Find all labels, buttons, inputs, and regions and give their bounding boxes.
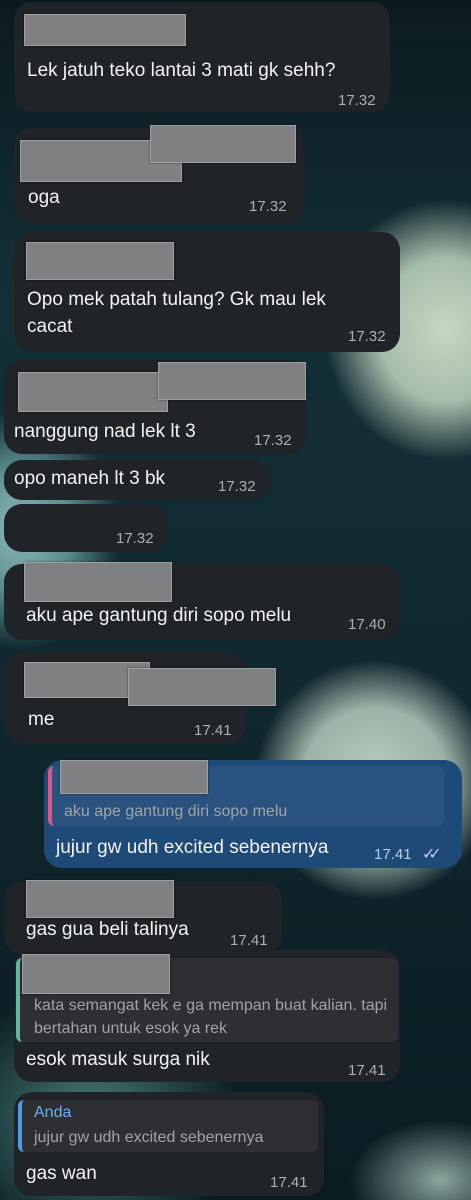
redacted-sender-name — [24, 562, 172, 602]
message-text: opo maneh lt 3 bk — [14, 468, 166, 489]
reply-text: aku ape gantung diri sopo melu — [64, 803, 288, 820]
message-text: gas gua beli talinya — [26, 919, 189, 940]
message-bubble[interactable]: me 17.41 — [4, 652, 276, 744]
message-bubble[interactable]: Anda jujur gw udh excited sebenernya gas… — [14, 1092, 324, 1196]
message-bubble[interactable]: aku ape gantung diri sopo melu 17.40 — [4, 562, 400, 640]
redacted-sender-name — [26, 242, 174, 280]
outgoing-message-bubble[interactable]: aku ape gantung diri sopo melu jujur gw … — [44, 760, 462, 868]
message-text: jujur gw udh excited sebenernya — [56, 837, 329, 858]
message-time: 17.41 — [348, 1062, 386, 1079]
redacted-sender-name — [22, 954, 170, 994]
redacted-sender-name — [24, 14, 186, 46]
redacted-sender-name — [150, 125, 296, 163]
message-time: 17.41 — [374, 846, 412, 863]
message-time: 17.32 — [116, 530, 154, 547]
message-time: 17.41 — [194, 722, 232, 739]
message-bubble[interactable]: nanggung nad lek lt 3 17.32 — [4, 360, 306, 454]
redacted-sender-name — [158, 362, 306, 400]
message-text: me — [28, 709, 55, 730]
message-time: 17.41 — [270, 1174, 308, 1191]
message-bubble[interactable]: kata semangat kek e ga mempan buat kalia… — [14, 950, 400, 1082]
message-text: gas wan — [26, 1163, 97, 1184]
message-bubble[interactable]: gas gua beli talinya 17.41 — [4, 880, 282, 954]
message-bubble[interactable]: Opo mek patah tulang? Gk mau lek cacat 1… — [14, 232, 400, 352]
double-check-icon: ✓✓ — [422, 846, 442, 863]
message-time: 17.40 — [348, 616, 386, 633]
message-text: Opo mek patah tulang? Gk mau lek cacat — [27, 289, 326, 337]
reply-sender-name: Anda — [34, 1104, 72, 1121]
message-text: Lek jatuh teko lantai 3 mati gk sehh? — [27, 60, 336, 81]
message-bubble[interactable]: opo maneh lt 3 bk 17.32 — [4, 460, 270, 500]
message-time: 17.32 — [249, 198, 287, 215]
message-time: 17.41 — [230, 932, 268, 949]
redacted-sender-name — [60, 760, 208, 794]
message-bubble[interactable]: sak 17.32 — [4, 504, 168, 617]
message-time: 17.32 — [254, 432, 292, 449]
redacted-sender-name — [18, 372, 168, 412]
reply-quote[interactable]: aku ape gantung diri sopo melu — [48, 760, 444, 826]
reply-quote[interactable]: Anda jujur gw udh excited sebenernya — [18, 1100, 318, 1152]
message-time: 17.32 — [338, 92, 376, 109]
message-text: oga — [28, 187, 60, 208]
reply-text: jujur gw udh excited sebenernya — [34, 1129, 264, 1146]
reply-quote[interactable]: kata semangat kek e ga mempan buat kalia… — [16, 954, 398, 1042]
message-time: 17.32 — [218, 478, 256, 495]
message-text: esok masuk surga nik — [26, 1049, 210, 1070]
redacted-sender-name — [128, 668, 276, 706]
message-bubble[interactable]: Lek jatuh teko lantai 3 mati gk sehh? 17… — [14, 2, 390, 112]
message-text: aku ape gantung diri sopo melu — [26, 605, 292, 626]
message-text: nanggung nad lek lt 3 — [14, 421, 196, 442]
message-bubble[interactable]: oga 17.32 — [14, 125, 304, 224]
message-time: 17.32 — [348, 328, 386, 345]
redacted-sender-name — [26, 880, 174, 918]
reply-text: kata semangat kek e ga mempan buat kalia… — [34, 997, 388, 1037]
